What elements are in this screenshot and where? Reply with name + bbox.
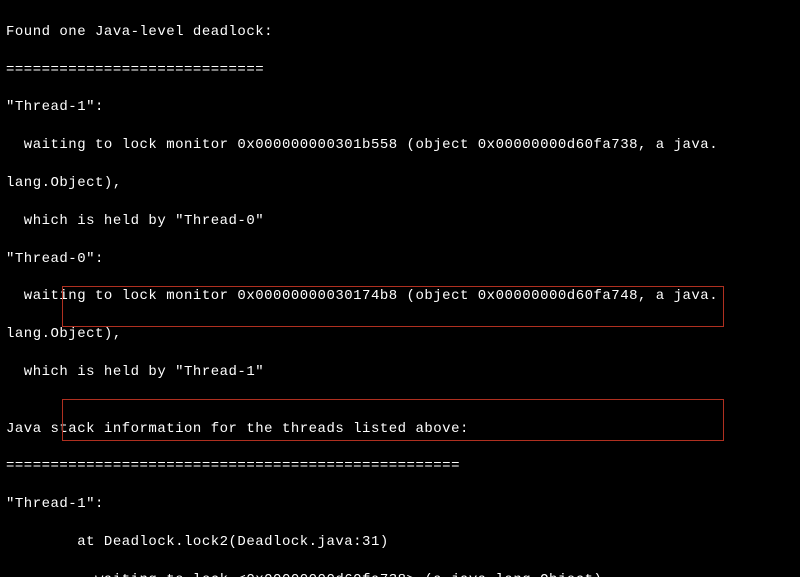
output-line: which is held by "Thread-1": [6, 363, 794, 382]
output-line: - waiting to lock <0x00000000d60fa738> (…: [6, 571, 794, 577]
output-line: Found one Java-level deadlock:: [6, 23, 794, 42]
output-line: waiting to lock monitor 0x000000000301b5…: [6, 136, 794, 155]
terminal-output: Found one Java-level deadlock: =========…: [0, 0, 800, 577]
output-line: "Thread-1":: [6, 495, 794, 514]
output-line: which is held by "Thread-0": [6, 212, 794, 231]
output-line: at Deadlock.lock2(Deadlock.java:31): [6, 533, 794, 552]
output-line: Java stack information for the threads l…: [6, 420, 794, 439]
output-line: "Thread-0":: [6, 250, 794, 269]
output-line: lang.Object),: [6, 174, 794, 193]
output-line: =============================: [6, 61, 794, 80]
output-line: "Thread-1":: [6, 98, 794, 117]
output-line: lang.Object),: [6, 325, 794, 344]
output-line: waiting to lock monitor 0x00000000030174…: [6, 287, 794, 306]
output-line: ========================================…: [6, 457, 794, 476]
